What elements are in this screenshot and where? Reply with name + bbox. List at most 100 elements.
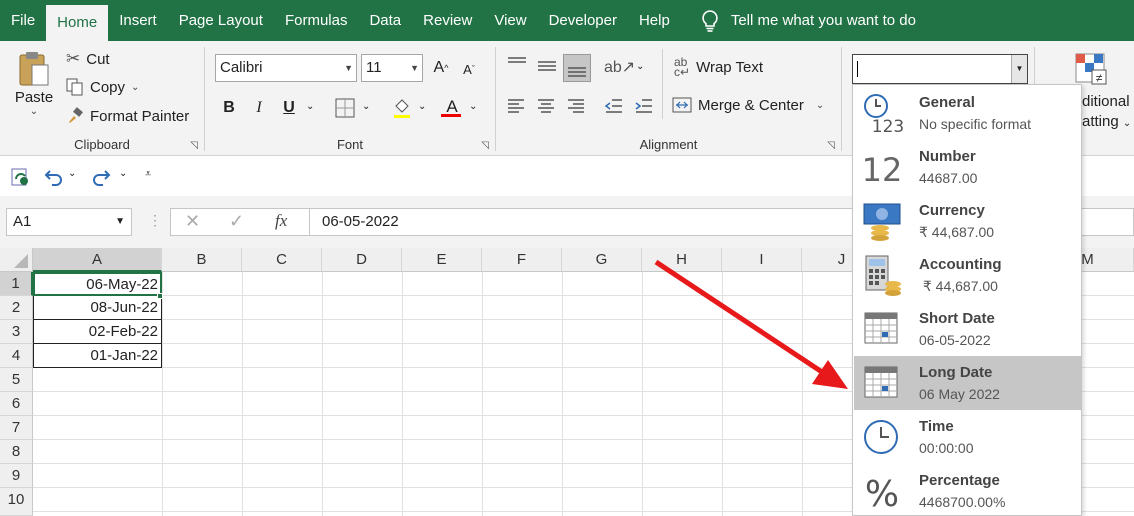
align-right-icon[interactable] <box>566 98 586 114</box>
number-format-combo[interactable]: ▼ <box>852 54 1028 84</box>
name-box-dropdown-icon[interactable]: ▼ <box>115 209 125 235</box>
tab-page-layout[interactable]: Page Layout <box>168 0 274 41</box>
tab-developer[interactable]: Developer <box>538 0 628 41</box>
format-option-short-date[interactable]: Short Date 06-05-2022 <box>854 302 1082 356</box>
column-header-b[interactable]: B <box>162 248 242 272</box>
align-top-icon[interactable] <box>506 55 528 73</box>
font-color-chevron-down-icon[interactable]: ⌄ <box>469 101 477 112</box>
increase-indent-icon[interactable] <box>634 98 654 114</box>
tab-home[interactable]: Home <box>46 5 109 41</box>
cut-button[interactable]: ✂ Cut <box>66 49 110 69</box>
align-middle-icon[interactable] <box>536 59 558 77</box>
cancel-icon[interactable]: ✕ <box>185 211 200 232</box>
row-header-6[interactable]: 6 <box>0 392 33 416</box>
italic-button[interactable]: I <box>247 96 271 120</box>
tab-data[interactable]: Data <box>358 0 412 41</box>
cell-a4[interactable]: 01-Jan-22 <box>33 344 162 368</box>
format-option-general[interactable]: 123 General No specific format <box>854 86 1082 140</box>
decrease-indent-icon[interactable] <box>604 98 624 114</box>
grow-font-button[interactable]: A ^ <box>429 56 453 80</box>
row-header-1[interactable]: 1 <box>0 272 33 296</box>
font-name-combo[interactable]: Calibri ▼ <box>215 54 357 82</box>
format-painter-button[interactable]: Format Painter <box>66 107 189 125</box>
refresh-sheet-icon[interactable] <box>9 166 31 188</box>
format-option-percentage[interactable]: % Percentage 4468700.00% <box>854 464 1082 516</box>
name-box[interactable]: A1 ▼ <box>6 208 132 236</box>
row-header-3[interactable]: 3 <box>0 320 33 344</box>
alignment-launcher-icon[interactable]: ◹ <box>827 140 835 151</box>
paste-button[interactable]: Paste ⌄ <box>14 49 54 117</box>
format-option-currency[interactable]: Currency ₹ 44,687.00 <box>854 194 1082 248</box>
align-bottom-button[interactable] <box>563 54 591 82</box>
select-all-corner[interactable] <box>0 248 33 272</box>
fill-color-icon[interactable] <box>391 97 413 119</box>
tab-insert[interactable]: Insert <box>108 0 168 41</box>
column-header-h[interactable]: H <box>642 248 722 272</box>
column-header-d[interactable]: D <box>322 248 402 272</box>
column-header-e[interactable]: E <box>402 248 482 272</box>
format-option-accounting[interactable]: Accounting ₹ 44,687.00 <box>854 248 1082 302</box>
conditional-formatting-label-2[interactable]: atting ⌄ <box>1082 113 1131 130</box>
clipboard-launcher-icon[interactable]: ◹ <box>190 140 198 151</box>
paste-chevron-down-icon[interactable]: ⌄ <box>30 106 38 117</box>
tell-me-search[interactable]: Tell me what you want to do <box>681 9 916 32</box>
conditional-formatting-chevron-down-icon[interactable]: ⌄ <box>1123 118 1131 129</box>
tab-file[interactable]: File <box>0 0 46 41</box>
redo-icon[interactable] <box>91 168 111 186</box>
column-header-f[interactable]: F <box>482 248 562 272</box>
underline-chevron-down-icon[interactable]: ⌄ <box>306 101 314 112</box>
column-header-c[interactable]: C <box>242 248 322 272</box>
font-size-dropdown-icon[interactable]: ▼ <box>410 55 419 81</box>
borders-chevron-down-icon[interactable]: ⌄ <box>362 101 370 112</box>
bold-button[interactable]: B <box>217 96 241 120</box>
number-format-dropdown-icon[interactable]: ▼ <box>1011 55 1027 83</box>
font-name-dropdown-icon[interactable]: ▼ <box>344 55 353 81</box>
insert-function-icon[interactable]: fx <box>275 211 287 231</box>
format-option-number[interactable]: 12 Number 44687.00 <box>854 140 1082 194</box>
cell-a3[interactable]: 02-Feb-22 <box>33 320 162 344</box>
orientation-icon[interactable]: ab↗ <box>604 57 635 77</box>
copy-button[interactable]: Copy ⌄ <box>66 78 139 96</box>
undo-icon[interactable] <box>44 168 64 186</box>
copy-chevron-down-icon[interactable]: ⌄ <box>131 82 139 93</box>
redo-chevron-down-icon[interactable]: ⌄ <box>119 168 127 179</box>
column-header-a[interactable]: A <box>33 248 162 272</box>
clipboard-group-label: Clipboard <box>74 137 130 152</box>
tab-formulas[interactable]: Formulas <box>274 0 359 41</box>
row-header-2[interactable]: 2 <box>0 296 33 320</box>
wrap-text-button[interactable]: ab c↵ Wrap Text <box>674 56 763 78</box>
merge-center-button[interactable]: Merge & Center ⌄ <box>672 96 824 114</box>
orientation-chevron-down-icon[interactable]: ⌄ <box>636 61 644 72</box>
row-header-4[interactable]: 4 <box>0 344 33 368</box>
undo-chevron-down-icon[interactable]: ⌄ <box>68 168 76 179</box>
customize-toolbar-icon[interactable]: ⩡ <box>145 168 151 181</box>
column-header-i[interactable]: I <box>722 248 802 272</box>
tab-review[interactable]: Review <box>412 0 483 41</box>
format-option-time[interactable]: Time 00:00:00 <box>854 410 1082 464</box>
shrink-font-button[interactable]: Aˇ <box>457 57 481 81</box>
tab-help[interactable]: Help <box>628 0 681 41</box>
cell-a2[interactable]: 08-Jun-22 <box>33 296 162 320</box>
align-left-icon[interactable] <box>506 98 526 114</box>
row-header-9[interactable]: 9 <box>0 464 33 488</box>
align-bottom-icon <box>568 67 586 77</box>
tab-view[interactable]: View <box>483 0 537 41</box>
conditional-formatting-label-1[interactable]: ditional <box>1082 93 1130 110</box>
conditional-formatting-icon[interactable]: ≠ <box>1074 52 1114 88</box>
enter-check-icon[interactable]: ✓ <box>229 211 244 232</box>
cell-a1[interactable]: 06-May-22 <box>33 272 162 296</box>
font-launcher-icon[interactable]: ◹ <box>481 140 489 151</box>
merge-chevron-down-icon[interactable]: ⌄ <box>816 100 824 111</box>
row-header-7[interactable]: 7 <box>0 416 33 440</box>
font-size-combo[interactable]: 11 ▼ <box>361 54 423 82</box>
row-header-5[interactable]: 5 <box>0 368 33 392</box>
column-header-g[interactable]: G <box>562 248 642 272</box>
row-header-10[interactable]: 10 <box>0 488 33 516</box>
fill-handle[interactable] <box>157 293 163 299</box>
underline-button[interactable]: U <box>277 96 301 120</box>
align-center-icon[interactable] <box>536 98 556 114</box>
row-header-8[interactable]: 8 <box>0 440 33 464</box>
fill-color-chevron-down-icon[interactable]: ⌄ <box>418 101 426 112</box>
borders-icon[interactable] <box>335 98 355 118</box>
format-option-long-date[interactable]: Long Date 06 May 2022 <box>854 356 1082 410</box>
